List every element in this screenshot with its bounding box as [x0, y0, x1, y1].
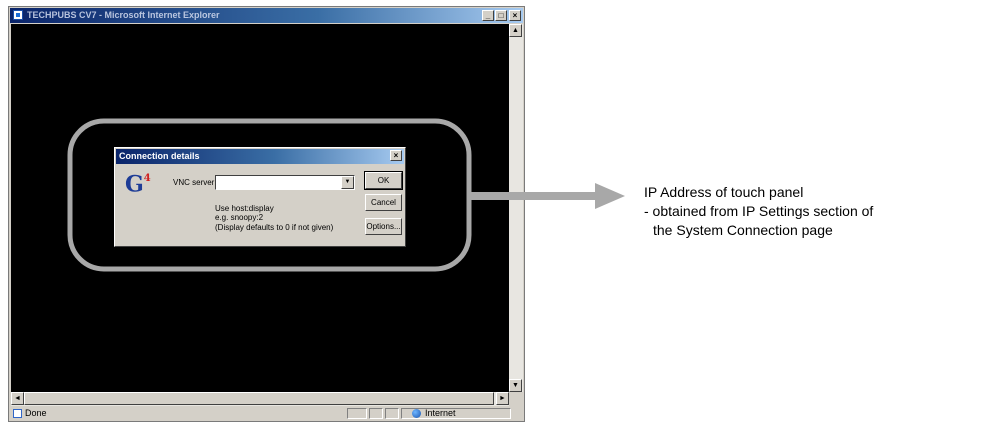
page-done-icon: [13, 409, 22, 418]
vertical-scrollbar[interactable]: ▲ ▼: [509, 24, 523, 392]
ok-button[interactable]: OK: [364, 171, 403, 190]
globe-icon: [412, 409, 421, 418]
scroll-down-button[interactable]: ▼: [509, 379, 522, 392]
ie-icon: [13, 10, 23, 20]
scroll-right-button[interactable]: ►: [496, 392, 509, 405]
g4-logo: G4: [125, 170, 151, 195]
status-panel: [347, 408, 367, 419]
window-title: TECHPUBS CV7 - Microsoft Internet Explor…: [27, 10, 220, 20]
scroll-up-button[interactable]: ▲: [509, 24, 522, 37]
horizontal-scroll-thumb[interactable]: [24, 392, 494, 405]
annotation-callout: IP Address of touch panel - obtained fro…: [644, 183, 873, 240]
connection-dialog: Connection details × G4 VNC server: ▼ Us…: [114, 147, 406, 247]
logo-letter: G: [125, 171, 144, 198]
hint-line-3: (Display defaults to 0 if not given): [215, 223, 334, 232]
status-bar: Done Internet: [11, 407, 523, 420]
minimize-button[interactable]: _: [482, 10, 494, 21]
scroll-corner: [509, 392, 523, 406]
dialog-titlebar[interactable]: Connection details: [116, 149, 404, 164]
status-panel: [385, 408, 399, 419]
security-zone: Internet: [425, 408, 456, 418]
vnc-server-combobox[interactable]: ▼: [215, 175, 355, 190]
horizontal-scrollbar[interactable]: ◄ ►: [11, 392, 509, 406]
callout-line-3: the System Connection page: [653, 222, 833, 238]
browser-titlebar[interactable]: TECHPUBS CV7 - Microsoft Internet Explor…: [10, 8, 523, 23]
dialog-title: Connection details: [119, 151, 200, 161]
arrow-head: [595, 183, 625, 209]
cancel-button[interactable]: Cancel: [365, 194, 402, 211]
hint-line-2: e.g. snoopy:2: [215, 213, 264, 222]
dropdown-arrow-icon[interactable]: ▼: [341, 176, 354, 189]
scroll-left-button[interactable]: ◄: [11, 392, 24, 405]
logo-superscript: 4: [143, 173, 151, 184]
maximize-button[interactable]: □: [495, 10, 507, 21]
dialog-close-button[interactable]: ×: [390, 150, 402, 161]
callout-line-2: - obtained from IP Settings section of: [644, 203, 874, 219]
hint-line-1: Use host:display: [215, 204, 274, 213]
callout-line-1: IP Address of touch panel: [644, 184, 804, 200]
options-button[interactable]: Options...: [365, 218, 402, 235]
status-panel: [369, 408, 383, 419]
status-text: Done: [25, 408, 47, 418]
vnc-server-label: VNC server:: [173, 178, 217, 187]
close-button[interactable]: ×: [509, 10, 521, 21]
